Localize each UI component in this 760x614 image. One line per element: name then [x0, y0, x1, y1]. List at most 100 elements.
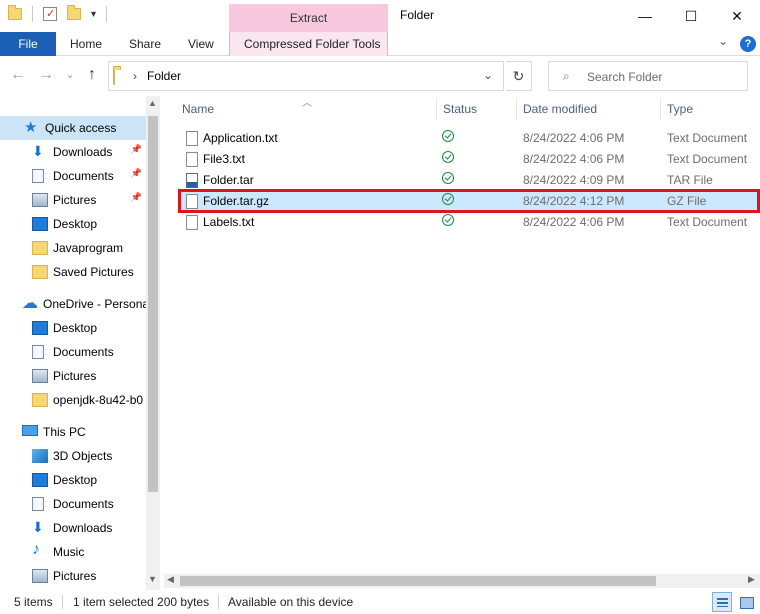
desktop-icon [32, 217, 48, 231]
sidebar-item-pictures[interactable]: Pictures [0, 364, 146, 388]
sidebar-item-openjdk-8u42-b0[interactable]: openjdk-8u42-b0 [0, 388, 146, 412]
downloads-icon [32, 143, 48, 160]
sidebar-item-javaprogram[interactable]: Javaprogram [0, 236, 146, 260]
up-button[interactable]: ↑ [82, 65, 102, 85]
breadcrumb-folder[interactable]: Folder [147, 69, 181, 83]
ribbon-tabs: File Home Share View Compressed Folder T… [0, 32, 760, 56]
column-header-date-modified[interactable]: Date modified [523, 102, 597, 116]
breadcrumb-separator-icon[interactable]: › [133, 69, 137, 83]
sidebar-item-quick-access[interactable]: Quick access [0, 116, 146, 140]
pin-icon[interactable]: 📌 [131, 144, 142, 155]
column-header-status[interactable]: Status [443, 102, 477, 116]
archive-file-icon [186, 173, 198, 188]
pictures-icon [32, 569, 48, 583]
help-icon[interactable]: ? [740, 36, 756, 52]
scrollbar-thumb[interactable] [180, 576, 656, 586]
tab-view[interactable]: View [188, 32, 214, 56]
search-input[interactable]: ⌕ Search Folder [548, 61, 748, 91]
sidebar-item-label: Downloads [53, 145, 113, 159]
address-dropdown-icon[interactable]: ⌄ [483, 68, 493, 82]
recent-locations-icon[interactable]: ⌄ [60, 65, 80, 85]
pictures-icon [32, 369, 48, 383]
properties-icon[interactable]: ✓ [43, 7, 57, 21]
nav-scrollbar[interactable]: ▲ ▼ [146, 96, 160, 590]
sync-status-icon [442, 214, 454, 226]
desktop-icon [32, 321, 48, 335]
customize-toolbar-icon[interactable]: ▾ [91, 9, 96, 20]
close-button[interactable]: ✕ [714, 0, 760, 32]
file-type: Text Document [667, 131, 748, 145]
sidebar-item-desktop[interactable]: Desktop [0, 316, 146, 340]
sidebar-item-pictures[interactable]: Pictures 📌 [0, 188, 146, 212]
column-divider[interactable] [516, 98, 517, 120]
sidebar-item-label: OneDrive - Persona [43, 297, 150, 311]
sidebar-item-this-pc[interactable]: This PC [0, 420, 146, 444]
sync-status-icon [442, 151, 454, 163]
sidebar-item-documents[interactable]: Documents 📌 [0, 164, 146, 188]
column-divider[interactable] [660, 98, 661, 120]
file-name: File3.txt [203, 152, 246, 166]
table-row[interactable]: File3.txt 8/24/2022 4:06 PM Text Document [178, 149, 760, 170]
forward-button[interactable]: → [36, 65, 56, 85]
window-title: Folder [400, 8, 435, 22]
sidebar-item-onedrive-persona[interactable]: OneDrive - Persona [0, 292, 150, 316]
sidebar-item-documents[interactable]: Documents [0, 340, 146, 364]
scroll-down-icon[interactable]: ▼ [148, 574, 157, 584]
table-row[interactable]: Folder.tar 8/24/2022 4:09 PM TAR File [178, 170, 760, 191]
sidebar-item-desktop[interactable]: Desktop [0, 468, 146, 492]
sidebar-item-label: Saved Pictures [53, 265, 134, 279]
tab-home[interactable]: Home [70, 32, 102, 56]
status-divider [218, 595, 219, 609]
sidebar-item-label: Desktop [53, 217, 98, 231]
sidebar-item-label: Documents [53, 497, 114, 511]
minimize-button[interactable]: — [622, 0, 668, 32]
document-file-icon [186, 131, 198, 146]
sidebar-item-desktop[interactable]: Desktop [0, 212, 146, 236]
back-button[interactable]: ← [8, 65, 28, 85]
sidebar-item-documents[interactable]: Documents [0, 492, 146, 516]
scroll-up-icon[interactable]: ▲ [148, 98, 157, 108]
details-view-icon[interactable] [712, 592, 732, 612]
tab-compressed-folder-tools-label: Compressed Folder Tools [244, 37, 381, 51]
sidebar-item-music[interactable]: Music [0, 540, 146, 564]
folder-icon [113, 69, 115, 85]
desktop-icon [32, 473, 48, 487]
documents-icon [32, 497, 44, 511]
sidebar-item-label: This PC [43, 425, 86, 439]
scroll-right-icon[interactable]: ▶ [748, 574, 755, 585]
star-icon [24, 118, 40, 136]
maximize-button[interactable]: ☐ [668, 0, 714, 32]
extract-context-tab[interactable]: Extract [229, 4, 388, 32]
file-type: TAR File [667, 173, 713, 187]
refresh-button[interactable]: ↻ [506, 61, 532, 91]
column-header-type[interactable]: Type [667, 102, 693, 116]
tab-file[interactable]: File [0, 32, 56, 56]
address-bar[interactable]: › Folder ⌄ [108, 61, 504, 91]
sort-ascending-icon: ︿ [302, 98, 312, 109]
tab-share[interactable]: Share [129, 32, 161, 56]
selection-info: 1 item selected 200 bytes [73, 595, 210, 609]
status-bar: 5 items 1 item selected 200 bytes Availa… [0, 590, 760, 614]
large-icons-view-icon[interactable] [736, 592, 756, 612]
scrollbar-thumb[interactable] [148, 116, 158, 492]
horizontal-scrollbar[interactable]: ◀ ▶ [164, 574, 760, 588]
sidebar-item-downloads[interactable]: Downloads [0, 516, 146, 540]
ribbon-collapse-icon[interactable]: ⌄ [718, 34, 728, 48]
new-folder-icon[interactable] [67, 5, 81, 20]
column-header-name[interactable]: Name [182, 102, 214, 116]
tab-compressed-folder-tools[interactable]: Compressed Folder Tools [229, 32, 388, 56]
column-divider[interactable] [436, 98, 437, 120]
pin-icon[interactable]: 📌 [131, 192, 142, 203]
pin-icon[interactable]: 📌 [131, 168, 142, 179]
table-row[interactable]: Application.txt 8/24/2022 4:06 PM Text Doc… [178, 128, 760, 149]
sidebar-item-pictures[interactable]: Pictures [0, 564, 146, 588]
file-date-modified: 8/24/2022 4:06 PM [523, 215, 625, 229]
sidebar-item-downloads[interactable]: Downloads 📌 [0, 140, 146, 164]
title-bar: ✓ ▾ Extract Folder — ☐ ✕ [0, 0, 760, 32]
table-row[interactable]: Labels.txt 8/24/2022 4:06 PM Text Document [178, 212, 760, 233]
sidebar-item-3d-objects[interactable]: 3D Objects [0, 444, 146, 468]
sidebar-item-saved-pictures[interactable]: Saved Pictures [0, 260, 146, 284]
item-count: 5 items [14, 595, 53, 609]
zip-folder-icon [32, 393, 48, 407]
scroll-left-icon[interactable]: ◀ [167, 574, 174, 585]
